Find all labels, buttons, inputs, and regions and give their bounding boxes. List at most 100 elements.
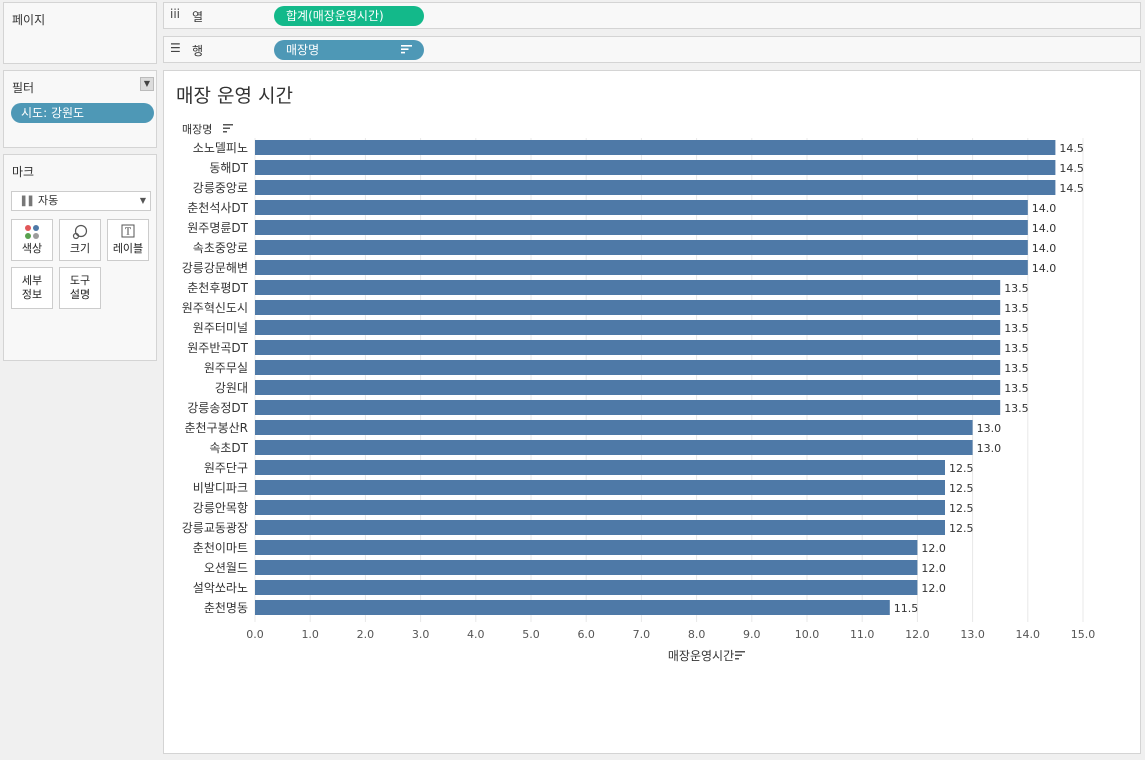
x-tick-label: 3.0 [412, 628, 430, 641]
caret-down-icon[interactable]: ▼ [140, 77, 154, 91]
sort-descending-icon [223, 124, 233, 126]
category-label: 강릉송정DT [187, 401, 248, 415]
columns-shelf[interactable]: iii 열 합계(매장운영시간) [163, 2, 1141, 29]
rows-icon: ☰ [170, 41, 181, 55]
sort-descending-icon[interactable] [401, 44, 412, 57]
pages-panel[interactable]: 페이지 [3, 2, 157, 64]
chart-view[interactable]: 매장 운영 시간 매장명 0.0 1.0 2.0 3.0 4.0 5.0 6.0 7.0 8.0 9.… [163, 70, 1141, 754]
x-tick-label: 4.0 [467, 628, 485, 641]
bar [255, 300, 1001, 315]
data-label: 14.0 [1032, 202, 1057, 215]
bar [255, 520, 945, 535]
sort-descending-icon [735, 651, 745, 653]
bar [255, 380, 1001, 395]
bar-chart-icon: ▌▌ [22, 197, 36, 207]
x-tick-label: 9.0 [743, 628, 761, 641]
category-label: 춘천석사DT [187, 200, 248, 215]
x-tick-label: 7.0 [633, 628, 651, 641]
category-label: 강릉교동광장 [182, 521, 248, 535]
bar [255, 280, 1001, 295]
data-label: 12.5 [949, 482, 974, 495]
rows-shelf[interactable]: ☰ 행 매장명 [163, 36, 1141, 63]
data-label: 14.5 [1059, 182, 1084, 195]
rows-shelf-label: 행 [192, 44, 204, 58]
category-label: 춘천이마트 [193, 540, 248, 555]
category-label: 강릉강문해변 [182, 261, 248, 275]
label-icon: T [108, 224, 148, 242]
size-icon [60, 224, 100, 242]
filters-title: 필터 [12, 81, 35, 95]
bar [255, 540, 918, 555]
data-label: 12.5 [949, 462, 974, 475]
detail-button[interactable]: 세부 정보 [11, 267, 53, 309]
size-button[interactable]: 크기 [59, 219, 101, 261]
data-label: 14.0 [1032, 242, 1057, 255]
category-label: 원주단구 [204, 461, 248, 475]
svg-text:T: T [125, 228, 131, 238]
data-label: 13.0 [977, 422, 1002, 435]
data-label: 13.5 [1004, 362, 1028, 375]
columns-icon: iii [170, 7, 181, 21]
category-label: 원주반곡DT [187, 341, 248, 355]
data-label: 12.5 [949, 502, 974, 515]
data-label: 13.5 [1004, 342, 1028, 355]
data-label: 13.0 [977, 442, 1002, 455]
category-label: 속초DT [209, 441, 248, 455]
columns-shelf-label: 열 [192, 10, 204, 24]
x-tick-label: 14.0 [1016, 628, 1041, 641]
bar [255, 160, 1056, 175]
x-tick-label: 6.0 [577, 628, 595, 641]
data-label: 14.5 [1059, 162, 1084, 175]
data-label: 14.5 [1059, 142, 1084, 155]
x-tick-label: 8.0 [688, 628, 706, 641]
chart-title: 매장 운영 시간 [176, 85, 293, 107]
data-label: 12.0 [921, 542, 946, 555]
label-button[interactable]: T 레이블 [107, 219, 149, 261]
bar [255, 340, 1001, 355]
category-label: 원주명륜DT [187, 221, 248, 235]
bar [255, 460, 945, 475]
data-label: 13.5 [1004, 402, 1028, 415]
category-label: 춘천명동 [204, 600, 248, 615]
data-label: 12.0 [921, 562, 946, 575]
mark-type-select[interactable]: ▌▌ 자동 ▼ [11, 191, 151, 211]
category-label: 동해DT [209, 161, 248, 175]
category-label: 강원대 [215, 381, 248, 395]
pages-title: 페이지 [12, 13, 46, 27]
color-button[interactable]: 색상 [11, 219, 53, 261]
data-label: 13.5 [1004, 322, 1028, 335]
x-tick-label: 12.0 [905, 628, 930, 641]
columns-measure-pill[interactable]: 합계(매장운영시간) [274, 6, 424, 26]
category-label: 원주무실 [204, 361, 248, 375]
rows-dimension-pill[interactable]: 매장명 [274, 40, 424, 60]
mark-type-value: 자동 [38, 194, 59, 207]
marks-title: 마크 [12, 165, 35, 179]
x-tick-label: 15.0 [1071, 628, 1096, 641]
color-dots-icon [12, 224, 52, 242]
category-label: 소노델피노 [193, 141, 248, 155]
data-label: 11.5 [894, 602, 919, 615]
bar [255, 500, 945, 515]
marks-panel[interactable]: 마크 ▌▌ 자동 ▼ 색상 크기 T 레이블 세부 정보 도구 설명 [3, 154, 157, 361]
x-tick-label: 10.0 [795, 628, 820, 641]
rows-pill-label: 매장명 [286, 43, 320, 57]
x-tick-label: 0.0 [246, 628, 264, 641]
filter-pill-region[interactable]: 시도: 강원도 [11, 103, 154, 123]
bar [255, 140, 1056, 155]
bar [255, 440, 973, 455]
bar [255, 260, 1028, 275]
bar [255, 580, 918, 595]
category-label: 춘천후평DT [187, 280, 248, 295]
x-tick-label: 13.0 [960, 628, 985, 641]
filters-panel[interactable]: 필터 ▼ 시도: 강원도 [3, 70, 157, 148]
bar [255, 180, 1056, 195]
tooltip-button[interactable]: 도구 설명 [59, 267, 101, 309]
data-label: 13.5 [1004, 302, 1028, 315]
category-label: 오션월드 [204, 561, 248, 575]
bar [255, 400, 1001, 415]
category-label: 비발디파크 [193, 481, 248, 495]
sort-descending-icon [735, 658, 739, 660]
category-label: 원주터미널 [193, 321, 248, 335]
category-label: 강릉안목항 [193, 501, 248, 515]
category-label: 설악쏘라노 [193, 581, 248, 595]
